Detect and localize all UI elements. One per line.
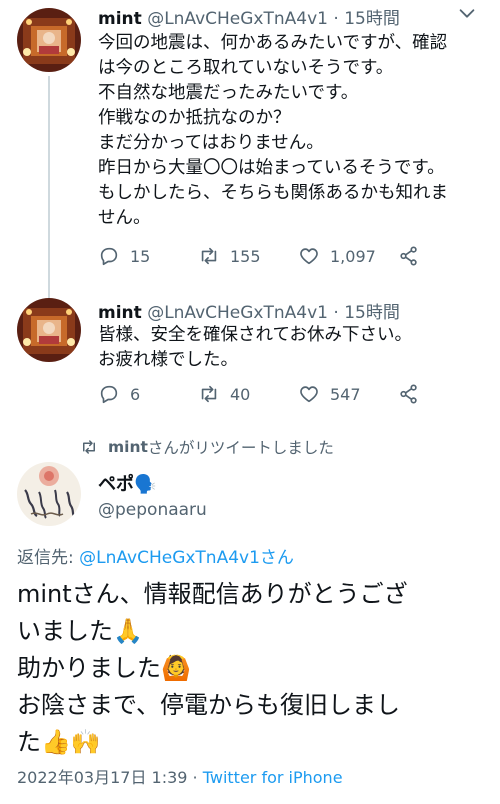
share-icon: [400, 384, 417, 404]
tweet-header: mint @LnAvCHeGxTnA4v1 · 15時間: [98, 298, 400, 323]
reply-count: 15: [130, 246, 151, 266]
like-button[interactable]: 547: [298, 383, 361, 405]
retweet-count: 40: [230, 384, 251, 404]
like-count: 547: [330, 384, 361, 404]
retweet-count: 155: [230, 246, 261, 266]
retweet-icon: [201, 247, 217, 265]
like-button[interactable]: 1,097: [298, 245, 376, 267]
share-icon: [400, 246, 417, 266]
avatar[interactable]: [17, 462, 81, 526]
action-bar: 6 40 547: [98, 383, 428, 413]
reply-button[interactable]: 6: [98, 383, 140, 405]
meta-separator: ·: [187, 768, 203, 787]
tweet-1[interactable]: mint @LnAvCHeGxTnA4v1 · 15時間 今回の地震は、何かある…: [0, 0, 500, 291]
display-name[interactable]: ペポ🗣️: [98, 470, 156, 496]
chevron-down-icon[interactable]: [456, 475, 478, 497]
reply-button[interactable]: 15: [98, 245, 150, 267]
share-button[interactable]: [398, 245, 430, 267]
speaking-head-emoji: 🗣️: [134, 474, 157, 495]
reply-count: 6: [130, 384, 141, 404]
tweet-source-link[interactable]: Twitter for iPhone: [203, 768, 343, 787]
main-tweet-text: mintさん、情報配信ありがとうござ いました🙏 助かりました🙆 お陰さまで、停…: [17, 580, 408, 756]
display-name-text: ペポ: [98, 474, 134, 495]
share-button[interactable]: [398, 383, 430, 405]
retweet-banner: mint さんがリツイートしました: [80, 436, 334, 458]
reply-icon: [100, 247, 118, 266]
avatar[interactable]: [17, 8, 81, 72]
reply-to-label: 返信先:: [17, 548, 80, 568]
tweet-header: mint @LnAvCHeGxTnA4v1 · 15時間: [98, 4, 400, 29]
tweet-meta: 2022年03月17日 1:39 · Twitter for iPhone: [17, 764, 343, 788]
like-icon: [300, 386, 318, 403]
avatar[interactable]: [17, 298, 81, 362]
reply-to-line: 返信先: @LnAvCHeGxTnA4v1さん: [17, 543, 294, 568]
retweet-button[interactable]: 40: [198, 383, 250, 405]
chevron-down-icon[interactable]: [456, 2, 478, 24]
display-name[interactable]: mint: [98, 303, 142, 323]
like-icon: [300, 248, 318, 265]
tweet-text: 今回の地震は、何かあるみたいですが、確認 は今のところ取れていないそうです。 不…: [98, 33, 448, 228]
action-bar: 15 155 1,097: [98, 245, 428, 275]
retweet-button[interactable]: 155: [198, 245, 261, 267]
retweeter-name[interactable]: mint: [108, 438, 148, 456]
reply-icon: [100, 385, 118, 404]
reply-to-link[interactable]: @LnAvCHeGxTnA4v1さん: [79, 548, 294, 568]
tweet-text: 皆様、安全を確保されてお休み下さい。 お疲れ様でした。: [98, 325, 412, 370]
timestamp[interactable]: 15時間: [344, 9, 400, 29]
tweet-2[interactable]: mint @LnAvCHeGxTnA4v1 · 15時間 皆様、安全を確保されて…: [0, 290, 500, 430]
like-count: 1,097: [330, 246, 376, 266]
tweet-timestamp[interactable]: 2022年03月17日 1:39: [17, 768, 187, 787]
retweet-icon: [201, 385, 217, 403]
separator: ·: [333, 303, 339, 323]
user-handle[interactable]: @LnAvCHeGxTnA4v1: [147, 9, 328, 29]
thread-line: [48, 290, 50, 298]
retweet-icon: [83, 440, 95, 454]
user-handle[interactable]: @LnAvCHeGxTnA4v1: [147, 303, 328, 323]
separator: ·: [333, 9, 339, 29]
timestamp[interactable]: 15時間: [344, 303, 400, 323]
display-name[interactable]: mint: [98, 9, 142, 29]
thread-line: [48, 76, 50, 291]
retweet-banner-text: さんがリツイートしました: [147, 439, 334, 457]
user-handle[interactable]: @peponaaru: [98, 500, 207, 520]
